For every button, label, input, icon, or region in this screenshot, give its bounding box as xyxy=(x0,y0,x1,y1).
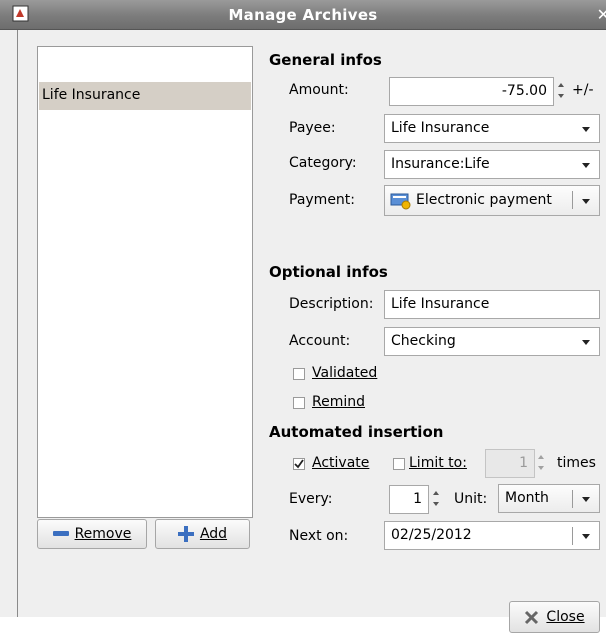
remind-label[interactable]: Remind xyxy=(312,394,365,410)
list-item[interactable]: Life Insurance xyxy=(39,82,251,110)
minus-icon xyxy=(52,531,69,536)
limit-label[interactable]: Limit to: xyxy=(409,455,467,471)
description-label: Description: xyxy=(289,296,374,312)
automated-insertion-heading: Automated insertion xyxy=(269,423,444,441)
limit-checkbox[interactable] xyxy=(393,458,405,470)
title-bar[interactable]: Manage Archives ✕ xyxy=(0,0,606,30)
window-title: Manage Archives xyxy=(228,6,378,24)
add-button-label: Add xyxy=(199,526,228,542)
unit-combo[interactable]: Month xyxy=(498,484,600,513)
general-infos-heading: General infos xyxy=(269,51,382,69)
payment-value: Electronic payment xyxy=(416,192,552,208)
category-combo[interactable]: Insurance:Life xyxy=(384,150,600,179)
description-value: Life Insurance xyxy=(391,296,490,312)
every-input[interactable]: 1 xyxy=(389,485,429,514)
activate-label[interactable]: Activate xyxy=(312,455,369,471)
payment-label: Payment: xyxy=(289,192,356,208)
add-button[interactable]: Add xyxy=(155,519,250,549)
every-label: Every: xyxy=(289,491,333,507)
chevron-down-icon[interactable] xyxy=(582,163,590,168)
activate-checkbox[interactable] xyxy=(293,458,305,470)
chevron-down-icon[interactable] xyxy=(582,534,590,539)
chevron-down-icon[interactable] xyxy=(582,199,590,204)
every-spinner[interactable] xyxy=(432,488,442,511)
unit-label: Unit: xyxy=(454,491,488,507)
remove-button[interactable]: Remove xyxy=(37,519,147,549)
unit-value: Month xyxy=(505,490,549,506)
optional-infos-heading: Optional infos xyxy=(269,263,388,281)
category-value: Insurance:Life xyxy=(391,156,490,172)
every-value: 1 xyxy=(413,491,422,507)
payee-combo[interactable]: Life Insurance xyxy=(384,114,600,143)
times-label: times xyxy=(557,455,596,471)
remind-checkbox[interactable] xyxy=(293,397,305,409)
chevron-down-icon[interactable] xyxy=(582,497,590,502)
chevron-down-icon[interactable] xyxy=(582,127,590,132)
archive-list[interactable]: Life Insurance xyxy=(37,46,253,518)
window-border xyxy=(17,30,18,617)
close-button-label: Close xyxy=(546,609,585,625)
plus-icon xyxy=(177,526,194,542)
amount-label: Amount: xyxy=(289,82,349,98)
close-button[interactable]: Close xyxy=(509,601,600,633)
amount-value: -75.00 xyxy=(501,83,547,99)
chevron-down-icon[interactable] xyxy=(582,340,590,345)
sign-toggle-button[interactable]: +/- xyxy=(572,82,594,98)
description-input[interactable]: Life Insurance xyxy=(384,290,600,319)
payee-value: Life Insurance xyxy=(391,120,490,136)
electronic-payment-icon xyxy=(390,193,411,210)
payee-label: Payee: xyxy=(289,120,336,136)
category-label: Category: xyxy=(289,155,357,171)
remove-button-label: Remove xyxy=(74,526,132,542)
window-close-icon[interactable]: ✕ xyxy=(597,5,606,24)
account-value: Checking xyxy=(391,333,456,349)
amount-spinner[interactable] xyxy=(557,80,567,103)
checkmark-icon xyxy=(294,459,304,469)
amount-input[interactable]: -75.00 xyxy=(389,77,554,106)
validated-label[interactable]: Validated xyxy=(312,365,377,381)
next-on-value: 02/25/2012 xyxy=(391,527,472,543)
limit-value: 1 xyxy=(519,455,528,471)
close-icon xyxy=(525,610,539,625)
account-label: Account: xyxy=(289,333,351,349)
limit-input[interactable]: 1 xyxy=(485,449,535,478)
next-on-date-input[interactable]: 02/25/2012 xyxy=(384,521,600,550)
limit-label-text: Limit to: xyxy=(409,455,467,471)
payment-combo[interactable]: Electronic payment xyxy=(384,185,600,216)
list-item-label: Life Insurance xyxy=(42,87,141,103)
account-combo[interactable]: Checking xyxy=(384,327,600,356)
next-on-label: Next on: xyxy=(289,528,349,544)
limit-spinner[interactable] xyxy=(537,452,547,475)
manage-archives-window: Manage Archives ✕ Life Insurance Remove … xyxy=(0,0,606,633)
validated-checkbox[interactable] xyxy=(293,368,305,380)
